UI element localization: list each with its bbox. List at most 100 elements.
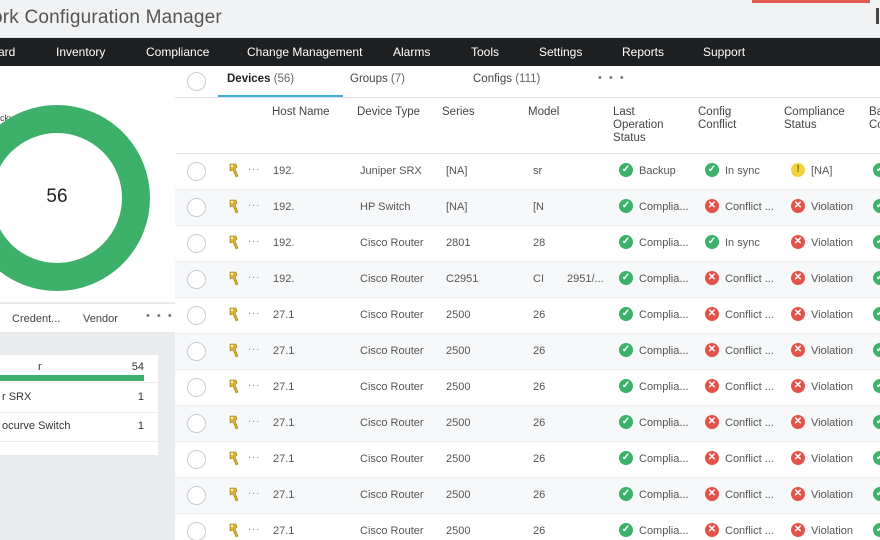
list-item[interactable]: r 54 [0, 355, 158, 383]
cell-host-name[interactable]: 192. [273, 273, 309, 285]
status-ok-icon: ✓ [619, 487, 633, 501]
row-select-checkbox[interactable] [187, 414, 206, 433]
cell-host-name[interactable]: 192. [273, 201, 309, 213]
row-select-checkbox[interactable] [187, 270, 206, 289]
cell-host-name[interactable]: 27.1 [273, 381, 309, 393]
nav-alarms[interactable]: Alarms [393, 45, 430, 59]
table-row[interactable]: ... 27.1 Cisco Router 2500 26 ✓ Complia... ✕ Con… [175, 442, 880, 478]
row-select-checkbox[interactable] [187, 234, 206, 253]
col-series[interactable]: Series [442, 106, 475, 119]
tab-configs-label: Configs [473, 73, 512, 85]
col-config-conflict[interactable]: Config Conflict [698, 106, 748, 132]
status-ok-icon: ✓ [873, 451, 880, 465]
table-row[interactable]: ... 192. HP Switch [NA] [N ✓ Complia... ✕ Confli… [175, 190, 880, 226]
row-select-checkbox[interactable] [187, 306, 206, 325]
cell-host-name[interactable]: 27.1 [273, 453, 309, 465]
nav-inventory[interactable]: Inventory [56, 45, 105, 59]
col-backup-config[interactable]: Ba Co [869, 106, 880, 132]
tabs-more-icon[interactable]: • • • [598, 72, 626, 84]
row-actions-icon[interactable]: ... [248, 341, 260, 353]
col-device-type[interactable]: Device Type [357, 106, 420, 119]
cell-model: sr [533, 165, 543, 177]
tab-vendor[interactable]: Vendor [83, 313, 118, 325]
table-row[interactable]: ... 192. Cisco Router C2951 CI 2951/... ✓ Compl… [175, 262, 880, 298]
row-actions-icon[interactable]: ... [248, 449, 260, 461]
row-actions-icon[interactable]: ... [248, 269, 260, 281]
cell-compliance-status: ✕ Violation [791, 487, 853, 504]
row-select-checkbox[interactable] [187, 198, 206, 217]
table-row[interactable]: ... 27.1 Cisco Router 2500 26 ✓ Complia... ✕ Con… [175, 478, 880, 514]
cell-host-name[interactable]: 27.1 [273, 345, 309, 357]
cell-series: [NA] [446, 201, 468, 213]
cell-backup-config: ✓ [873, 199, 880, 216]
nav-reports[interactable]: Reports [622, 45, 664, 59]
row-select-checkbox[interactable] [187, 162, 206, 181]
table-row[interactable]: ... 192. Cisco Router 2801 28 ✓ Complia... ✓ In … [175, 226, 880, 262]
last-operation-text: Complia... [639, 236, 689, 249]
status-ok-icon: ✓ [619, 163, 633, 177]
tab-devices[interactable]: Devices (56) [227, 73, 294, 85]
row-select-checkbox[interactable] [187, 378, 206, 397]
nav-compliance[interactable]: Compliance [146, 45, 209, 59]
tab-configs[interactable]: Configs (111) [473, 73, 540, 85]
col-compliance-status[interactable]: Compliance Status [784, 106, 854, 132]
nav-dashboard[interactable]: ard [0, 45, 15, 59]
left-tabs-more-icon[interactable]: • • • [146, 310, 174, 322]
table-row[interactable]: ... 27.1 Cisco Router 2500 26 ✓ Complia... ✕ Con… [175, 298, 880, 334]
table-row[interactable]: ... 192. Juniper SRX [NA] sr ✓ Backup ✓ In sync!… [175, 154, 880, 190]
nav-support[interactable]: Support [703, 45, 745, 59]
cell-host-name[interactable]: 27.1 [273, 417, 309, 429]
tab-groups-label: Groups [350, 73, 388, 85]
row-select-checkbox[interactable] [187, 342, 206, 361]
row-select-checkbox[interactable] [187, 450, 206, 469]
nav-settings[interactable]: Settings [539, 45, 582, 59]
device-pin-icon [229, 199, 239, 214]
col-model[interactable]: Model [528, 106, 559, 119]
cell-last-operation-status: ✓ Backup [619, 163, 676, 180]
list-item-name: ocurve Switch [2, 420, 71, 432]
device-pin-icon [229, 307, 239, 322]
status-ok-icon: ✓ [873, 487, 880, 501]
row-actions-icon[interactable]: ... [248, 305, 260, 317]
row-actions-icon[interactable]: ... [248, 233, 260, 245]
row-actions-icon[interactable]: ... [248, 521, 260, 533]
status-warn-icon: ! [791, 163, 805, 177]
nav-change-management[interactable]: Change Management [247, 45, 362, 59]
row-actions-icon[interactable]: ... [248, 485, 260, 497]
nav-tools[interactable]: Tools [471, 45, 499, 59]
row-select-checkbox[interactable] [187, 486, 206, 505]
list-item[interactable]: ocurve Switch 1 [0, 414, 158, 442]
table-row[interactable]: ... 27.1 Cisco Router 2500 26 ✓ Complia... ✕ Con… [175, 406, 880, 442]
col-host-name[interactable]: Host Name [272, 106, 330, 119]
cell-host-name[interactable]: 192. [273, 237, 309, 249]
config-conflict-text: Conflict ... [725, 308, 774, 321]
main-nav: ard Inventory Compliance Change Manageme… [0, 38, 880, 66]
row-select-checkbox[interactable] [187, 522, 206, 540]
cell-host-name[interactable]: 192. [273, 165, 309, 177]
cell-host-name[interactable]: 27.1 [273, 489, 309, 501]
row-actions-icon[interactable]: ... [248, 377, 260, 389]
cell-compliance-status: ✕ Violation [791, 379, 853, 396]
compliance-status-text: Violation [811, 344, 853, 357]
tab-configs-count: (111) [515, 73, 541, 85]
table-row[interactable]: ... 27.1 Cisco Router 2500 26 ✓ Complia... ✕ Con… [175, 370, 880, 406]
tab-groups-count: (7) [390, 73, 405, 85]
config-conflict-text: Conflict ... [725, 452, 774, 465]
list-item[interactable]: r SRX 1 [0, 385, 158, 413]
row-actions-icon[interactable]: ... [248, 413, 260, 425]
col-last-operation-status[interactable]: Last Operation Status [613, 106, 683, 145]
cell-compliance-status: ! [NA] [791, 163, 832, 180]
select-all-checkbox[interactable] [187, 72, 206, 91]
table-row[interactable]: ... 27.1 Cisco Router 2500 26 ✓ Complia... ✕ Con… [175, 514, 880, 540]
row-actions-icon[interactable]: ... [248, 161, 260, 173]
last-operation-text: Complia... [639, 524, 689, 537]
cell-host-name[interactable]: 27.1 [273, 525, 309, 537]
status-bad-icon: ✕ [705, 523, 719, 537]
row-actions-icon[interactable]: ... [248, 197, 260, 209]
table-row[interactable]: ... 27.1 Cisco Router 2500 26 ✓ Complia... ✕ Con… [175, 334, 880, 370]
tab-groups[interactable]: Groups (7) [350, 73, 405, 85]
tab-credentials[interactable]: Credent... [12, 313, 60, 325]
cell-host-name[interactable]: 27.1 [273, 309, 309, 321]
active-tab-indicator [218, 95, 343, 97]
compliance-status-text: Violation [811, 308, 853, 321]
